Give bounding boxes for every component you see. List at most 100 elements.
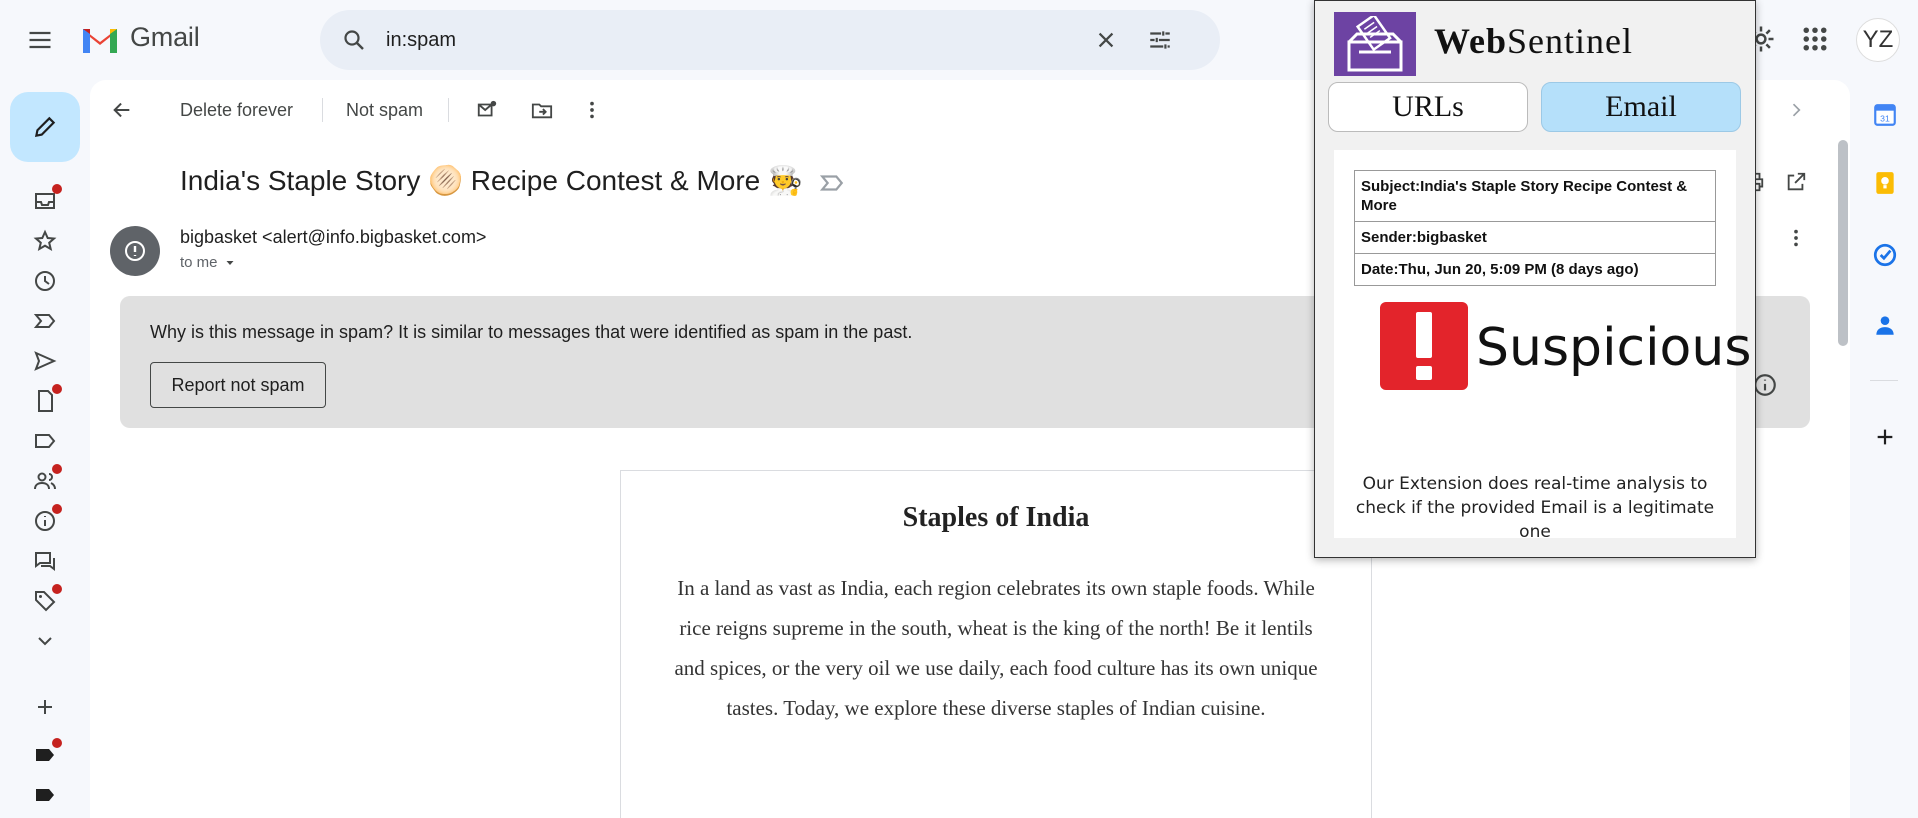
contacts-nav[interactable] [30, 464, 62, 496]
mark-unread-button[interactable] [473, 96, 501, 124]
chat-nav[interactable] [30, 546, 60, 576]
label-filled-icon [36, 789, 54, 801]
chevron-right-icon [1792, 103, 1801, 117]
compose-button[interactable] [10, 92, 80, 162]
move-to-button[interactable] [528, 96, 556, 124]
calendar-app[interactable]: 31 [1870, 100, 1900, 130]
notification-dot [52, 184, 62, 194]
ballot-box-icon [1347, 16, 1403, 72]
chevron-down-icon [38, 637, 52, 646]
create-label-nav[interactable] [30, 692, 60, 722]
sender-line[interactable]: bigbasket <alert@info.bigbasket.com> [180, 227, 486, 248]
not-spam-button[interactable]: Not spam [346, 96, 423, 124]
title-rest-part: Sentinel [1507, 21, 1633, 61]
search-icon[interactable] [336, 22, 372, 58]
email-body-title: Staples of India [902, 502, 1090, 533]
more-vert-icon [1794, 229, 1798, 247]
verdict-label: Suspicious [1476, 318, 1752, 378]
label-item-nav[interactable] [30, 780, 60, 810]
keep-icon [1876, 172, 1894, 194]
chat-icon [35, 552, 55, 571]
contacts-icon [1876, 316, 1894, 335]
notification-dot [52, 384, 62, 394]
search-options-icon[interactable] [1142, 22, 1178, 58]
plus-icon [38, 700, 52, 714]
search-bar[interactable] [320, 10, 1220, 70]
tab-urls[interactable]: URLs [1328, 82, 1528, 132]
notification-dot [52, 464, 62, 474]
label-icon [35, 434, 56, 448]
important-nav[interactable] [30, 306, 60, 336]
google-apps-button[interactable] [1800, 24, 1830, 54]
message-subject: India's Staple Story 🫓 Recipe Contest & … [180, 164, 845, 197]
more-options-button[interactable] [578, 96, 606, 124]
folder-move-icon [531, 103, 553, 119]
spam-reason-question: Why is this message in spam? [150, 322, 394, 342]
subject-text: India's Staple Story 🫓 Recipe Contest & … [180, 165, 803, 196]
tasks-app[interactable] [1870, 240, 1900, 270]
search-input[interactable] [386, 28, 1076, 52]
open-in-new-icon [1787, 172, 1806, 191]
notification-dot [52, 738, 62, 748]
important-icon [33, 314, 56, 328]
clear-search-icon[interactable] [1088, 22, 1124, 58]
important-marker-icon[interactable] [819, 170, 845, 196]
warning-icon [125, 241, 145, 261]
extension-note: Our Extension does real-time analysis to… [1355, 474, 1715, 542]
message-more-button[interactable] [1782, 224, 1810, 252]
gmail-logo[interactable]: Gmail [80, 22, 200, 53]
plus-icon [1877, 429, 1893, 445]
sender-avatar [110, 226, 160, 276]
account-avatar[interactable]: YZ [1856, 18, 1900, 62]
notification-dot [52, 504, 62, 514]
starred-nav[interactable] [30, 226, 60, 256]
email-details-table: Subject:India's Staple Story Recipe Cont… [1354, 170, 1716, 286]
report-not-spam-button[interactable]: Report not spam [150, 362, 326, 408]
label-item-nav[interactable] [30, 738, 62, 770]
main-menu-button[interactable] [26, 26, 62, 54]
title-bold-part: Web [1434, 21, 1508, 61]
clock-icon [35, 271, 55, 291]
more-vert-icon [590, 101, 594, 119]
verdict-icon [1380, 302, 1468, 390]
sender-cell: Sender:bigbasket [1354, 221, 1716, 254]
exclamation-icon [1416, 312, 1432, 380]
subject-cell: Subject:India's Staple Story Recipe Cont… [1354, 170, 1716, 222]
websentinel-title: WebSentinel [1434, 20, 1633, 62]
table-row: Date:Thu, Jun 20, 5:09 PM (8 days ago) [1354, 253, 1716, 286]
info-nav[interactable] [30, 504, 62, 536]
back-button[interactable] [108, 96, 136, 124]
pencil-icon [34, 116, 56, 138]
tasks-icon [1873, 243, 1897, 267]
keep-app[interactable] [1870, 168, 1900, 198]
mark-unread-icon [477, 100, 497, 117]
gmail-wordmark: Gmail [130, 22, 200, 52]
websentinel-logo [1334, 12, 1416, 76]
send-icon [34, 351, 57, 371]
delete-forever-button[interactable]: Delete forever [180, 96, 293, 124]
svg-text:31: 31 [1880, 114, 1890, 124]
spam-reason: Why is this message in spam? It is simil… [150, 322, 912, 343]
get-addons-button[interactable] [1870, 422, 1900, 452]
date-cell: Date:Thu, Jun 20, 5:09 PM (8 days ago) [1354, 253, 1716, 286]
contacts-app[interactable] [1870, 310, 1900, 340]
recipient-line[interactable]: to me [180, 254, 236, 271]
scrollbar-thumb[interactable] [1838, 140, 1848, 346]
table-row: Sender:bigbasket [1354, 221, 1716, 254]
toolbar-divider [448, 98, 449, 122]
open-new-window-button[interactable] [1782, 168, 1810, 196]
caret-down-icon [226, 260, 234, 265]
more-nav[interactable] [30, 626, 60, 656]
newer-button[interactable] [1782, 96, 1810, 124]
side-panel-divider [1870, 380, 1898, 381]
snoozed-nav[interactable] [30, 266, 60, 296]
tab-email[interactable]: Email [1541, 82, 1741, 132]
tags-nav[interactable] [30, 584, 62, 616]
drafts-nav[interactable] [30, 384, 62, 416]
inbox-nav[interactable] [30, 184, 62, 216]
label-nav[interactable] [30, 426, 60, 456]
hamburger-icon [29, 31, 51, 49]
calendar-icon: 31 [1874, 104, 1896, 126]
sent-nav[interactable] [30, 346, 60, 376]
notification-dot [52, 584, 62, 594]
